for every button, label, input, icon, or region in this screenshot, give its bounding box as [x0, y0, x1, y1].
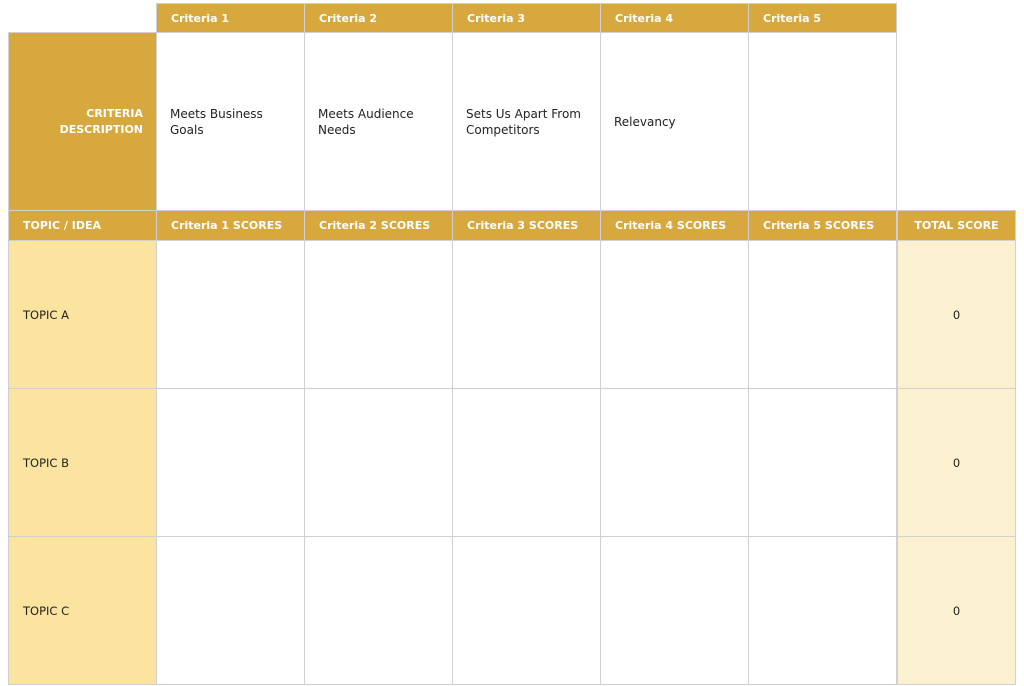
- topic-a-criteria-4-score[interactable]: [600, 240, 749, 389]
- criteria-description-3[interactable]: Sets Us Apart From Competitors: [452, 32, 601, 211]
- criteria-header-5[interactable]: Criteria 5: [748, 3, 897, 33]
- criteria-description-5[interactable]: [748, 32, 897, 211]
- topic-a-criteria-2-score[interactable]: [304, 240, 453, 389]
- topic-idea-header[interactable]: TOPIC / IDEA: [8, 210, 157, 241]
- criteria-description-label: CRITERIA DESCRIPTION: [8, 32, 157, 211]
- criteria-header-2[interactable]: Criteria 2: [304, 3, 453, 33]
- total-score-header[interactable]: TOTAL SCORE: [897, 210, 1016, 241]
- topic-c-name[interactable]: TOPIC C: [8, 536, 157, 685]
- topic-a-total-score[interactable]: 0: [897, 240, 1016, 389]
- criteria-2-scores-header[interactable]: Criteria 2 SCORES: [304, 210, 453, 241]
- criteria-description-2[interactable]: Meets Audience Needs: [304, 32, 453, 211]
- topic-b-criteria-3-score[interactable]: [452, 388, 601, 537]
- topic-a-criteria-1-score[interactable]: [156, 240, 305, 389]
- topic-a-name[interactable]: TOPIC A: [8, 240, 157, 389]
- topic-a-criteria-5-score[interactable]: [748, 240, 897, 389]
- topic-b-criteria-1-score[interactable]: [156, 388, 305, 537]
- criteria-header-1[interactable]: Criteria 1: [156, 3, 305, 33]
- topic-b-criteria-5-score[interactable]: [748, 388, 897, 537]
- criteria-5-scores-header[interactable]: Criteria 5 SCORES: [748, 210, 897, 241]
- topic-b-criteria-2-score[interactable]: [304, 388, 453, 537]
- topic-b-name[interactable]: TOPIC B: [8, 388, 157, 537]
- criteria-header-3[interactable]: Criteria 3: [452, 3, 601, 33]
- topic-c-criteria-4-score[interactable]: [600, 536, 749, 685]
- criteria-description-4[interactable]: Relevancy: [600, 32, 749, 211]
- criteria-1-scores-header[interactable]: Criteria 1 SCORES: [156, 210, 305, 241]
- topic-c-criteria-2-score[interactable]: [304, 536, 453, 685]
- criteria-3-scores-header[interactable]: Criteria 3 SCORES: [452, 210, 601, 241]
- topic-c-criteria-5-score[interactable]: [748, 536, 897, 685]
- topic-c-criteria-3-score[interactable]: [452, 536, 601, 685]
- criteria-4-scores-header[interactable]: Criteria 4 SCORES: [600, 210, 749, 241]
- topic-b-criteria-4-score[interactable]: [600, 388, 749, 537]
- topic-c-criteria-1-score[interactable]: [156, 536, 305, 685]
- topic-b-total-score[interactable]: 0: [897, 388, 1016, 537]
- criteria-description-1[interactable]: Meets Business Goals: [156, 32, 305, 211]
- topic-a-criteria-3-score[interactable]: [452, 240, 601, 389]
- criteria-header-4[interactable]: Criteria 4: [600, 3, 749, 33]
- criteria-description-label-text: CRITERIA DESCRIPTION: [59, 106, 143, 136]
- topic-c-total-score[interactable]: 0: [897, 536, 1016, 685]
